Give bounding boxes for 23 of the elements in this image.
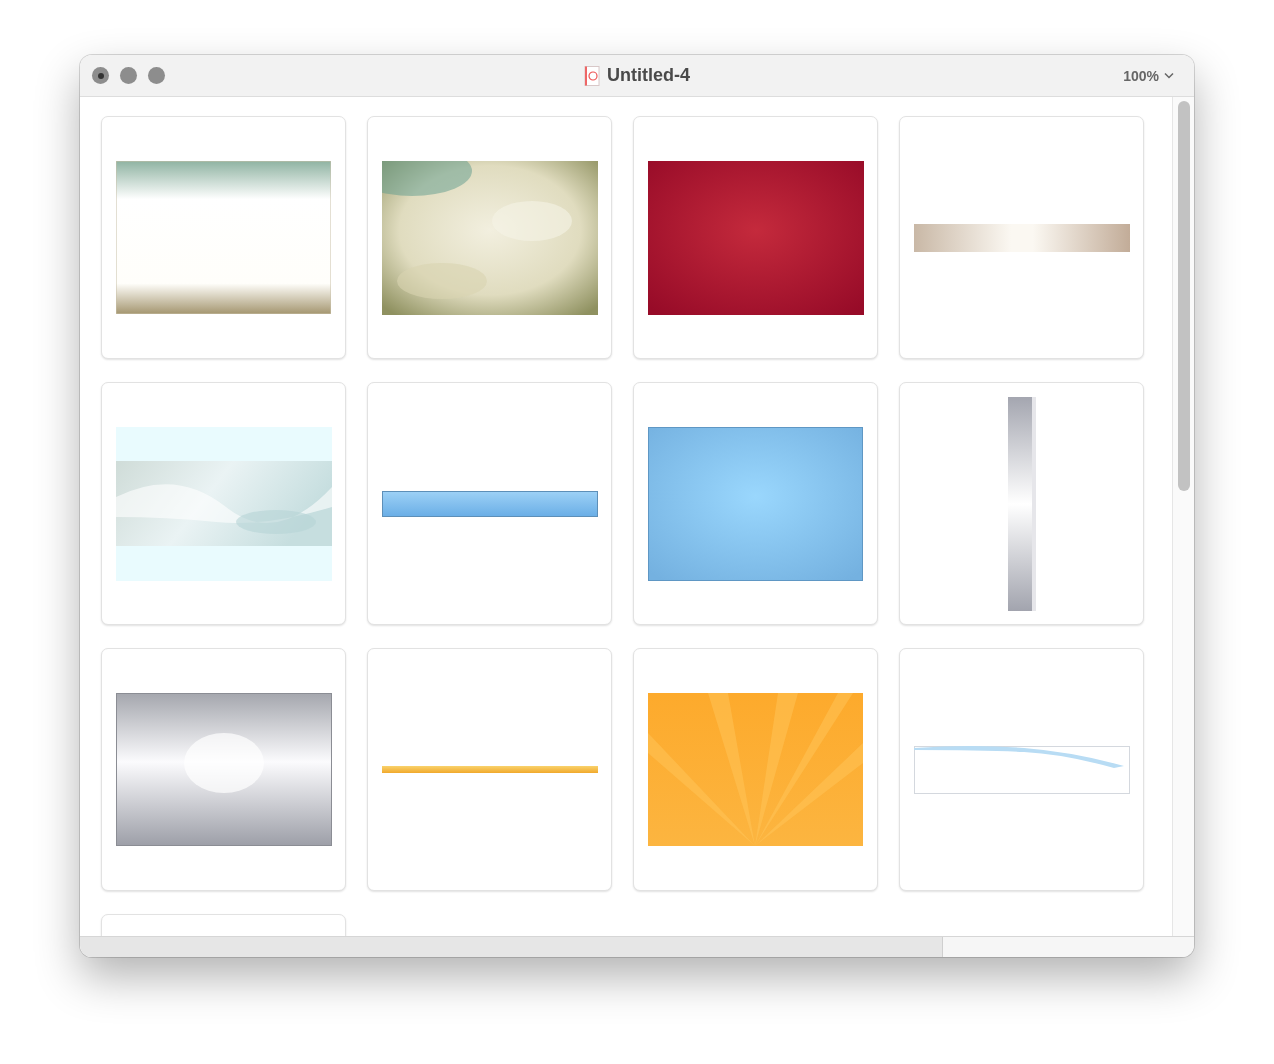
- scrollbar-thumb[interactable]: [80, 937, 943, 957]
- horizontal-scrollbar[interactable]: [80, 936, 1194, 957]
- window-title: Untitled-4: [607, 65, 690, 86]
- thumbnail-card[interactable]: [899, 648, 1144, 891]
- thumbnail-card[interactable]: [633, 116, 878, 359]
- thumbnail-card[interactable]: [633, 648, 878, 891]
- scrollbar-thumb[interactable]: [1178, 101, 1190, 491]
- zoom-button[interactable]: [148, 67, 165, 84]
- chevron-icon: [1164, 72, 1174, 79]
- thumbnail-card[interactable]: [101, 116, 346, 359]
- thumbnail-card[interactable]: [899, 116, 1144, 359]
- close-button[interactable]: [92, 67, 109, 84]
- thumbnail-card[interactable]: [899, 382, 1144, 625]
- minimize-button[interactable]: [120, 67, 137, 84]
- thumbnail-card[interactable]: [101, 382, 346, 625]
- thumbnail-card[interactable]: [367, 382, 612, 625]
- thumbnail-card[interactable]: [101, 648, 346, 891]
- zoom-menu[interactable]: 100%: [1121, 65, 1176, 86]
- thumbnail-card[interactable]: [367, 116, 612, 359]
- document-icon: [584, 65, 600, 86]
- thumbnail-card[interactable]: [633, 382, 878, 625]
- thumbnail-card[interactable]: [367, 648, 612, 891]
- vertical-scrollbar[interactable]: [1172, 97, 1194, 936]
